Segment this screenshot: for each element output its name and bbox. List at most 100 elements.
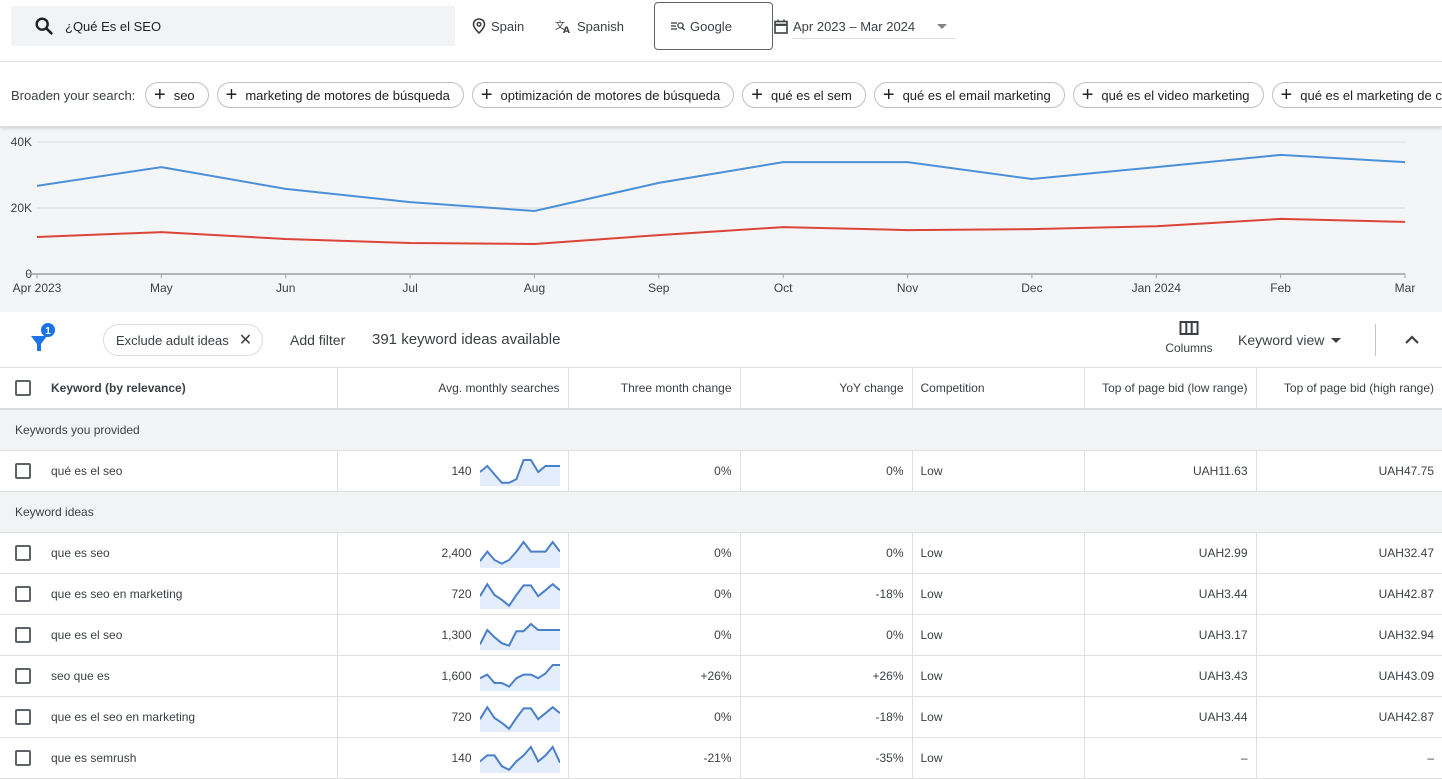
avg-searches-value: 720: [451, 709, 472, 724]
x-tick-label: Mar: [1395, 281, 1416, 295]
keyword-cell: seo que es: [0, 655, 337, 697]
collapse-chevron-up-icon[interactable]: [1402, 330, 1422, 350]
avg-searches-value: 140: [451, 463, 472, 478]
three-month-change-cell: 0%: [567, 532, 740, 574]
header-keyword[interactable]: Keyword (by relevance): [0, 368, 337, 410]
select-all-checkbox[interactable]: [15, 380, 31, 396]
avg-searches-value: 1,600: [441, 668, 472, 683]
broaden-chip[interactable]: + seo: [145, 82, 209, 108]
trend-sparkline: [479, 744, 560, 773]
competition-cell: Low: [911, 737, 1084, 779]
y-tick-label: 40K: [11, 135, 32, 149]
close-icon[interactable]: ✕: [239, 330, 252, 350]
group-header-row: Keyword ideas: [0, 491, 1442, 533]
trend-sparkline: [479, 622, 560, 650]
broaden-chip[interactable]: + qué es el sem: [742, 82, 866, 108]
avg-searches-cell: 1,600: [336, 655, 568, 697]
filter-bar: 1 Exclude adult ideas ✕ Add filter 391 k…: [0, 312, 1442, 368]
competition-cell: Low: [911, 614, 1084, 656]
row-checkbox[interactable]: [15, 749, 31, 766]
add-filter-button[interactable]: Add filter: [290, 332, 345, 348]
trend-chart-svg: 020K40KApr 2023 May Jun Jul Aug Sep Oct Nov Dec J…: [11, 135, 1416, 295]
columns-button[interactable]: Columns: [1160, 320, 1218, 355]
language-selector[interactable]: 文A Spanish: [555, 0, 624, 52]
language-label: Spanish: [577, 18, 624, 34]
broaden-chip-label: qué es el video marketing: [1101, 87, 1250, 103]
row-checkbox[interactable]: [15, 544, 31, 561]
header-avg-monthly-searches[interactable]: Avg. monthly searches: [336, 368, 568, 410]
avg-searches-value: 140: [451, 750, 472, 765]
filter-funnel-icon: 1: [31, 323, 55, 351]
avg-searches-cell: 140: [336, 450, 568, 492]
broaden-chip[interactable]: + qué es el video marketing: [1072, 82, 1264, 108]
broaden-chip[interactable]: + optimización de motores de búsqueda: [471, 82, 735, 108]
yoy-change-cell: +26%: [739, 655, 912, 697]
x-tick-label: Jul: [402, 281, 417, 295]
keyword-cell: que es el seo en marketing: [0, 696, 337, 738]
header-yoy-change[interactable]: YoY change: [739, 368, 912, 410]
avg-searches-cell: 720: [336, 696, 568, 738]
date-range-selector[interactable]: Apr 2023 – Mar 2024: [774, 0, 956, 52]
search-icon: [35, 17, 53, 35]
series-line-total: [36, 153, 1406, 213]
sparkline-area: [479, 664, 560, 691]
row-checkbox[interactable]: [15, 626, 31, 643]
row-checkbox[interactable]: [15, 708, 31, 725]
chevron-down-icon: [937, 23, 948, 29]
avg-searches-value: 720: [451, 586, 472, 601]
search-network-selector[interactable]: Google: [654, 2, 773, 50]
three-month-change-cell: +26%: [567, 655, 740, 697]
broaden-chip[interactable]: + marketing de motores de búsqueda: [216, 82, 464, 108]
bid-low-cell: UAH3.17: [1083, 614, 1256, 656]
three-month-change-cell: -21%: [567, 737, 740, 779]
row-checkbox[interactable]: [15, 585, 31, 602]
table-row[interactable]: que es semrush 140 -21% -35% Low – –: [0, 737, 1442, 779]
avg-searches-cell: 1,300: [336, 614, 568, 656]
table-row[interactable]: que es seo en marketing 720 0% -18% Low UAH3.…: [0, 573, 1442, 615]
broaden-chip[interactable]: + qué es el email marketing: [873, 82, 1065, 108]
active-filter-label: Exclude adult ideas: [116, 332, 229, 348]
location-selector[interactable]: Spain: [472, 0, 524, 52]
bid-high-cell: UAH42.87: [1255, 573, 1442, 615]
yoy-change-cell: -18%: [739, 696, 912, 738]
trend-sparkline: [479, 663, 560, 691]
header-bid-low[interactable]: Top of page bid (low range): [1083, 368, 1256, 410]
group-label: Keywords you provided: [0, 409, 1442, 451]
row-checkbox[interactable]: [15, 667, 31, 684]
header-three-month-change[interactable]: Three month change: [567, 368, 740, 410]
keyword-search-input[interactable]: ¿Qué Es el SEO: [11, 6, 455, 46]
date-range-underline: [792, 38, 956, 39]
filter-button[interactable]: 1: [28, 322, 62, 356]
columns-label: Columns: [1165, 341, 1213, 355]
bid-low-cell: UAH3.44: [1083, 696, 1256, 738]
group-header-row: Keywords you provided: [0, 409, 1442, 451]
keyword-text: que es el seo en marketing: [51, 709, 196, 724]
keyword-table-body: Keywords you provided qué es el seo 140 0% 0…: [0, 409, 1442, 779]
keyword-cell: que es semrush: [0, 737, 337, 779]
header-competition[interactable]: Competition: [911, 368, 1084, 410]
table-row[interactable]: que es seo 2,400 0% 0% Low UAH2.99 UAH32.47: [0, 532, 1442, 574]
yoy-change-cell: 0%: [739, 614, 912, 656]
plus-icon: +: [225, 84, 238, 106]
table-row[interactable]: seo que es 1,600 +26% +26% Low UAH3.43 UAH43.0…: [0, 655, 1442, 697]
table-header-row: Keyword (by relevance) Avg. monthly sear…: [0, 368, 1442, 410]
header-bid-high[interactable]: Top of page bid (high range): [1255, 368, 1442, 410]
keyword-cell: qué es el seo: [0, 450, 337, 492]
table-row[interactable]: que es el seo en marketing 720 0% -18% Low UA…: [0, 696, 1442, 738]
keyword-view-dropdown[interactable]: Keyword view: [1238, 332, 1342, 348]
row-checkbox[interactable]: [15, 462, 31, 479]
bid-high-cell: UAH47.75: [1255, 450, 1442, 492]
table-row[interactable]: que es el seo 1,300 0% 0% Low UAH3.17 UAH32.94: [0, 614, 1442, 656]
keyword-text: que es semrush: [51, 750, 137, 765]
network-label: Google: [690, 18, 732, 34]
avg-searches-cell: 720: [336, 573, 568, 615]
active-filter-chip[interactable]: Exclude adult ideas ✕: [103, 324, 264, 356]
broaden-chip[interactable]: + qué es el marketing de c: [1271, 82, 1442, 108]
three-month-change-cell: 0%: [567, 614, 740, 656]
avg-searches-cell: 140: [336, 737, 568, 779]
keyword-table: Keyword (by relevance) Avg. monthly sear…: [0, 368, 1442, 779]
x-tick-label: Oct: [774, 281, 793, 295]
keyword-cell: que es seo: [0, 532, 337, 574]
bid-low-cell: UAH3.43: [1083, 655, 1256, 697]
table-row[interactable]: qué es el seo 140 0% 0% Low UAH11.63 UAH47.75: [0, 450, 1442, 492]
